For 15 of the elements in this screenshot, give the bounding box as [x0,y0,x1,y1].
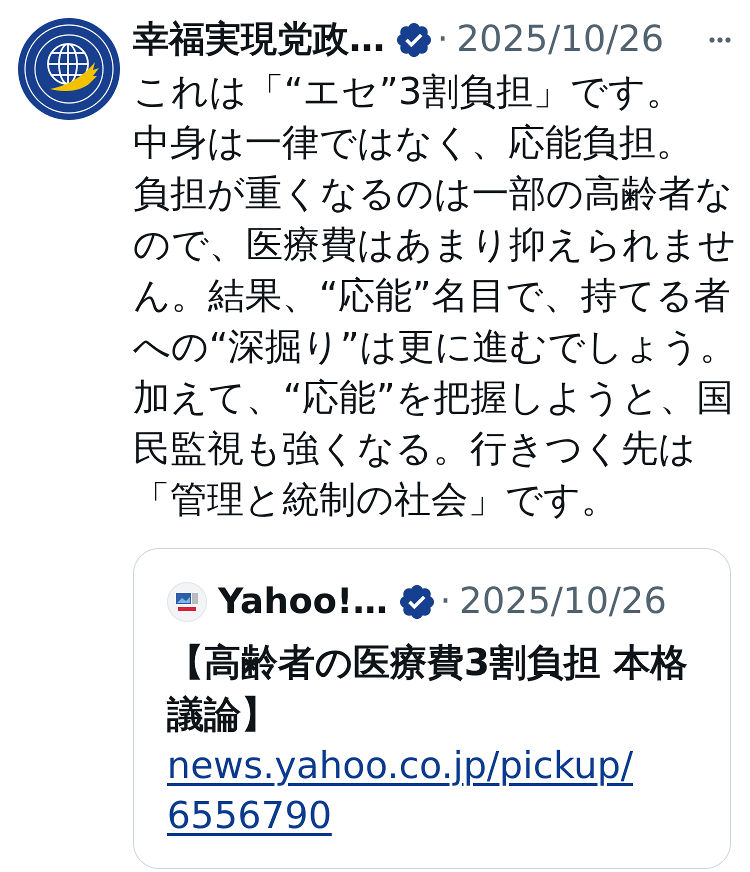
globe-logo-icon[interactable] [18,18,120,120]
post-date[interactable]: 2025/10/26 [456,16,664,64]
post-text: 中身は一律ではなく、応能負担。 [133,120,694,166]
post-text: 負担が重くなるのは一部の高齢者なので、医療費はあまり抑えられません。結果、“応能”名目で、持てる者への“深掘り”は更に進むでしょう。加えて、“応能”を把握しようと、国民監視も強くなる。行きつく先は「管理と統制の社会」です。 [133,170,738,522]
separator-dot: · [440,580,452,624]
quote-card[interactable]: Yahoo!… · 2025/10/26 【高齢者の医療費3割負担 本格議論】 news.yahoo.co.jp/pickup/6556790 [133,548,731,868]
author-name[interactable]: 幸福実現党政… [133,16,385,64]
separator-dot: · [437,18,448,62]
news-avatar-icon[interactable] [167,582,207,622]
quote-date[interactable]: 2025/10/26 [459,578,667,626]
news-link[interactable]: news.yahoo.co.jp/pickup/6556790 [167,740,649,840]
quote-author-name[interactable]: Yahoo!… [218,578,388,626]
post-text: これは「“エセ”3割負担」です。 [133,68,684,114]
quote-title: 【高齢者の医療費3割負担 本格議論】 [167,640,689,738]
more-icon[interactable] [709,37,731,43]
